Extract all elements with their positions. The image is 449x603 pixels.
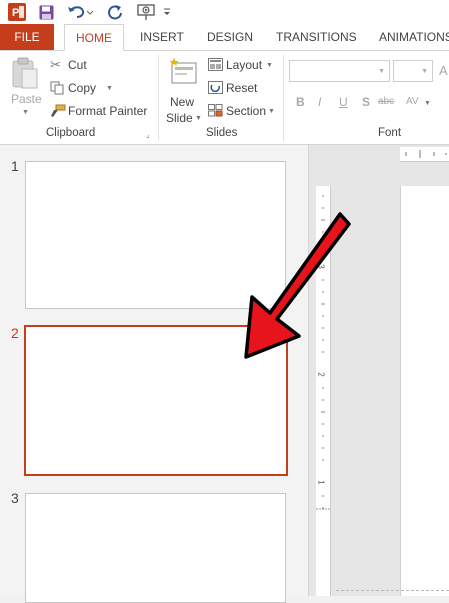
red-arrow-annotation bbox=[244, 212, 351, 359]
arrow-pointer-icon bbox=[244, 212, 351, 359]
